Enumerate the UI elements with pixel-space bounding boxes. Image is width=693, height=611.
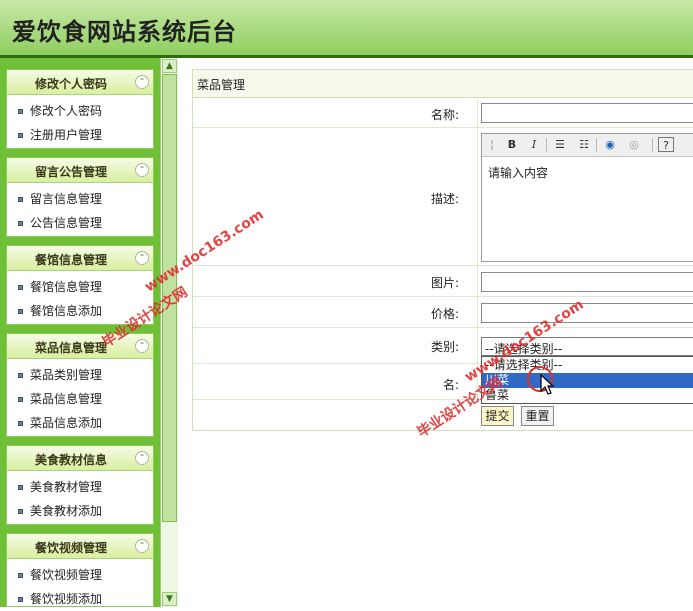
panel-title: 美食教材信息 [34,453,107,467]
toolbar-separator [546,138,547,152]
submit-button[interactable]: 提交 [481,406,514,426]
collapse-icon[interactable]: ⌃ [135,163,149,177]
panel-header[interactable]: 餐馆信息管理 ⌃ [7,246,153,271]
sidebar-item-video-manage[interactable]: 餐饮视频管理 [7,563,153,587]
sidebar-item-dish-manage[interactable]: 菜品信息管理 [7,387,153,411]
rich-text-editor[interactable]: ¦ B I ☰ ☷ ◉ ◎ ? 请输入内容 [481,133,693,262]
main-content: 菜品管理 名称: 描述: ¦ B I ☰ ☷ ◉ ◎ ? 请输入内容 图片: 价… [192,69,693,431]
panel-header[interactable]: 修改个人密码 ⌃ [7,70,153,95]
panel-title: 留言公告管理 [34,165,107,179]
category-option-highlighted[interactable]: 川菜 [482,373,693,388]
sidebar-item-message-manage[interactable]: 留言信息管理 [7,187,153,211]
scroll-up-icon[interactable]: ▲ [162,59,177,73]
cell-divider [477,328,478,363]
sidebar-item-notice-manage[interactable]: 公告信息管理 [7,211,153,235]
desc-textarea[interactable]: 请输入内容 [488,164,548,181]
toolbar-separator [596,138,597,152]
category-label: 类别: [430,340,459,354]
sidebar-item-dish-category[interactable]: 菜品类别管理 [7,363,153,387]
panel-header[interactable]: 餐饮视频管理 ⌃ [7,534,153,559]
sidebar-item-change-password[interactable]: 修改个人密码 [7,99,153,123]
sidebar-item-video-add[interactable]: 餐饮视频添加 [7,587,153,611]
panel-title: 修改个人密码 [34,77,107,91]
scroll-down-icon[interactable]: ▼ [162,592,177,606]
help-icon[interactable]: ? [658,137,674,152]
sidebar-panel-tutorials: 美食教材信息 ⌃ 美食教材管理 美食教材添加 [6,445,154,525]
category-option[interactable]: --请选择类别-- [482,358,693,373]
page-title-bar: 菜品管理 [193,70,693,98]
collapse-icon[interactable]: ⌃ [135,451,149,465]
sidebar-panel-dishes: 菜品信息管理 ⌃ 菜品类别管理 菜品信息管理 菜品信息添加 [6,333,154,437]
toolbar-grip-icon: ¦ [490,138,494,151]
sidebar-panel-messages: 留言公告管理 ⌃ 留言信息管理 公告信息管理 [6,157,154,237]
desc-label: 描述: [430,192,459,206]
mouse-pointer-icon [540,374,554,395]
sidebar-item-user-manage[interactable]: 注册用户管理 [7,123,153,147]
cell-divider [477,266,478,296]
bold-icon[interactable]: B [504,137,520,152]
sidebar-item-tutorial-manage[interactable]: 美食教材管理 [7,475,153,499]
app-header: 爱饮食网站系统后台 [0,0,693,58]
name-input[interactable] [481,103,693,123]
panel-title: 餐饮视频管理 [34,541,107,555]
editor-toolbar: ¦ B I ☰ ☷ ◉ ◎ ? [482,134,693,157]
page-title: 菜品管理 [197,78,246,92]
unlink-icon[interactable]: ◎ [626,137,642,152]
toolbar-separator [652,138,653,152]
panel-header[interactable]: 美食教材信息 ⌃ [7,446,153,471]
cell-divider [477,98,478,127]
collapse-icon[interactable]: ⌃ [135,251,149,265]
cell-divider [477,297,478,327]
image-label: 图片: [430,276,459,290]
name-label: 名称: [430,108,459,122]
panel-header[interactable]: 菜品信息管理 ⌃ [7,334,153,359]
category-option[interactable]: 鲁菜 [482,388,693,403]
image-input[interactable] [481,272,693,292]
sidebar-item-tutorial-add[interactable]: 美食教材添加 [7,499,153,523]
price-input[interactable] [481,303,693,323]
reset-button[interactable]: 重置 [521,406,554,426]
ordered-list-icon[interactable]: ☰ [552,137,568,152]
app-title: 爱饮食网站系统后台 [12,17,237,46]
italic-icon[interactable]: I [526,137,542,152]
collapse-icon[interactable]: ⌃ [135,75,149,89]
panel-header[interactable]: 留言公告管理 ⌃ [7,158,153,183]
collapse-icon[interactable]: ⌃ [135,539,149,553]
sidebar-scrollbar[interactable]: ▲ ▼ [160,58,178,607]
unordered-list-icon[interactable]: ☷ [576,137,592,152]
partial-label: 名: [442,378,459,392]
sidebar-panel-password: 修改个人密码 ⌃ 修改个人密码 注册用户管理 [6,69,154,149]
collapse-icon[interactable]: ⌃ [135,339,149,353]
cell-divider [477,128,478,265]
sidebar-panel-videos: 餐饮视频管理 ⌃ 餐饮视频管理 餐饮视频添加 [6,533,154,607]
sidebar-item-restaurant-manage[interactable]: 餐馆信息管理 [7,275,153,299]
link-icon[interactable]: ◉ [602,137,618,152]
category-dropdown-list[interactable]: --请选择类别-- 川菜 鲁菜 [481,356,693,404]
sidebar-item-dish-add[interactable]: 菜品信息添加 [7,411,153,435]
panel-title: 餐馆信息管理 [34,253,107,267]
price-label: 价格: [430,307,459,321]
